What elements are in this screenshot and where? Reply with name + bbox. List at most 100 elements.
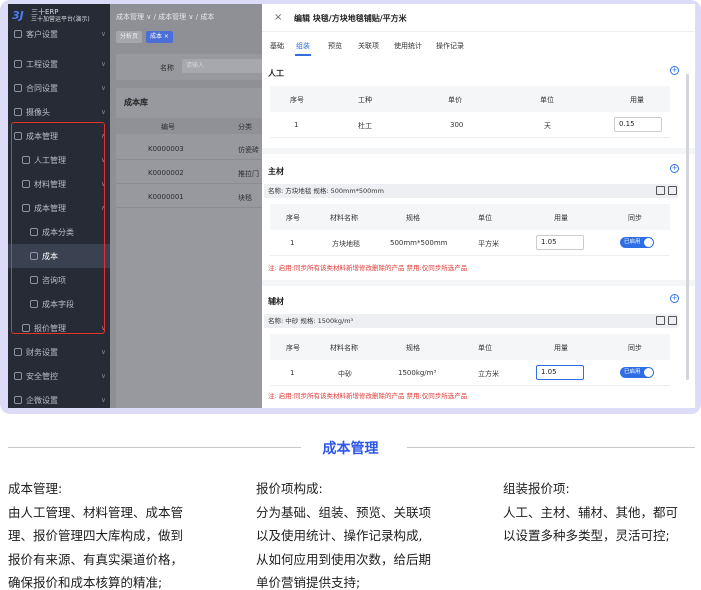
tab-assembly[interactable]: 组装 — [296, 41, 310, 51]
aux-material-title: 辅材 — [268, 297, 284, 306]
tab-preview[interactable]: 预览 — [328, 41, 342, 51]
sidebar-item-label: 财务设置 — [26, 347, 58, 357]
column-header: 同步 — [628, 344, 642, 352]
chevron-down-icon: ∨ — [100, 84, 106, 92]
close-icon[interactable]: × — [274, 12, 282, 23]
logo-line1: 三十ERP — [31, 8, 59, 16]
feature-line: 理、报价管理四大库构成，做到 — [8, 528, 184, 543]
feature-line: 单价营销提供支持; — [256, 575, 361, 590]
column-header: 材料名称 — [330, 344, 358, 352]
row-code: K0000003 — [148, 145, 184, 153]
chat-icon — [14, 396, 22, 404]
tab-analysis[interactable]: 分析页 — [116, 31, 143, 43]
sidebar-item-contract[interactable]: 合同设置 ∨ — [8, 76, 110, 100]
trash-icon[interactable] — [668, 186, 677, 195]
column-header: 编号 — [161, 123, 175, 131]
active-tab-indicator — [295, 54, 311, 56]
chevron-down-icon: ∨ — [100, 108, 106, 116]
add-icon[interactable]: + — [670, 294, 679, 303]
sidebar-item-customer[interactable]: 客户设置 ∨ — [8, 22, 110, 46]
column-header: 规格 — [406, 214, 420, 222]
material-name-bar: 名称: 中砂 规格: 1500kg/m³ — [264, 314, 678, 328]
edit-icon[interactable] — [656, 186, 665, 195]
sidebar-item-label: 工程设置 — [26, 59, 58, 69]
logo-mark: 3J — [12, 9, 24, 22]
column-header: 用量 — [630, 96, 644, 104]
table-header: 序号 工种 单价 单位 用量 — [270, 86, 670, 112]
row-spec: 1500kg/m³ — [398, 369, 437, 377]
section-caption: 成本管理 — [322, 441, 379, 457]
sidebar-item-wecom[interactable]: 企微设置 ∨ — [8, 388, 110, 408]
table-header: 序号 材料名称 规格 单位 用量 同步 — [270, 204, 670, 230]
logo-text: 三十ERP 三十加营运平台(演示) — [31, 8, 90, 24]
section-divider — [262, 280, 695, 286]
search-label: 名称 — [160, 64, 174, 72]
table-header: 序号 材料名称 规格 单位 用量 同步 — [270, 334, 670, 360]
sync-toggle[interactable]: 已启用 — [620, 367, 654, 378]
tab-cost[interactable]: 成本 × — [146, 31, 173, 43]
quantity-input[interactable]: 1.05 — [536, 365, 584, 380]
row-no: 1 — [294, 121, 299, 129]
tab-operation-log[interactable]: 操作记录 — [436, 41, 464, 51]
row-name: 中砂 — [338, 370, 352, 378]
row-kind: 杜工 — [358, 122, 372, 130]
row-type: 推拉门 — [238, 170, 259, 178]
row-type: 块毯 — [238, 194, 252, 202]
feature-line: 从如何应用到使用次数，给后期 — [256, 551, 432, 567]
chevron-down-icon: ∨ — [100, 372, 106, 380]
feature-line: 人工、主材、辅材、其他，都可 — [503, 504, 679, 520]
library-title: 成本库 — [124, 98, 148, 107]
table-row: 1 方块地毯 500mm*500mm 平方米 1.05 已启用 — [270, 230, 670, 256]
table-row: 1 中砂 1500kg/m³ 立方米 1.05 已启用 — [270, 360, 670, 386]
breadcrumb: 成本管理 ∨ / 成本管理 ∨ / 成本 — [116, 13, 215, 21]
feature-line: 以设置多种多类型，灵活可控; — [503, 528, 670, 543]
scrollbar[interactable] — [686, 74, 689, 380]
sync-note: 注: 启用:同步所有该类材料新增修改删除的产品 禁用:仅同步所选产品 — [268, 392, 468, 400]
section-divider — [262, 148, 695, 154]
camera-icon — [14, 108, 22, 116]
tab-related[interactable]: 关联项 — [358, 41, 379, 51]
sidebar-item-finance[interactable]: 财务设置 ∨ — [8, 340, 110, 364]
edit-drawer: × 编辑 块毯/方块地毯铺贴/平方米 基础 组装 预览 关联项 使用统计 操作记… — [262, 4, 695, 408]
drawer-tabs: 基础 组装 预览 关联项 使用统计 操作记录 — [262, 38, 695, 56]
sidebar-item-label: 合同设置 — [26, 83, 58, 93]
material-name-bar: 名称: 方块地毯 规格: 500mm*500mm — [264, 184, 678, 198]
search-input[interactable]: 请输入 — [182, 59, 268, 73]
table-row[interactable]: K0000002 推拉门 — [116, 162, 268, 184]
column-header: 同步 — [628, 214, 642, 222]
sync-toggle[interactable]: 已启用 — [620, 237, 654, 248]
gear-icon — [14, 60, 22, 68]
table-header: 编号 分类 — [116, 118, 268, 134]
shield-icon — [14, 372, 22, 380]
sidebar: 3J 三十ERP 三十加营运平台(演示) 客户设置 ∨ 工程设置 ∨ 合同设置 ∨ 摄… — [8, 4, 110, 408]
sidebar-item-camera[interactable]: 摄像头 ∨ — [8, 100, 110, 124]
feature-column: 报价项构成: 分为基础、组装、预览、关联项 以及使用统计、操作记录构成, 从如何… — [256, 477, 431, 590]
column-header: 规格 — [406, 344, 420, 352]
feature-line: 报价有来源、有真实渠道价格， — [8, 551, 184, 567]
row-unit: 平方米 — [478, 240, 499, 248]
labor-title: 人工 — [268, 69, 284, 78]
sidebar-item-project[interactable]: 工程设置 ∨ — [8, 52, 110, 76]
material-name-text: 名称: 中砂 规格: 1500kg/m³ — [268, 317, 354, 325]
row-type: 仿瓷砖 — [238, 146, 259, 154]
table-row[interactable]: K0000003 仿瓷砖 — [116, 138, 268, 160]
column-header: 单位 — [478, 344, 492, 352]
add-icon[interactable]: + — [670, 66, 679, 75]
edit-icon[interactable] — [656, 316, 665, 325]
row-unit: 立方米 — [478, 370, 499, 378]
sidebar-item-label: 安全管控 — [26, 371, 58, 381]
column-header: 单价 — [448, 96, 462, 104]
drawer-title: 编辑 块毯/方块地毯铺贴/平方米 — [294, 14, 407, 23]
quantity-input[interactable]: 0.15 — [614, 117, 662, 132]
table-row: 1 杜工 300 天 0.15 — [270, 112, 670, 138]
table-row[interactable]: K0000001 块毯 — [116, 186, 268, 208]
tab-usage-stats[interactable]: 使用统计 — [394, 41, 422, 51]
chevron-down-icon: ∨ — [100, 348, 106, 356]
quantity-input[interactable]: 1.05 — [536, 235, 584, 250]
user-icon — [14, 30, 22, 38]
sidebar-item-security[interactable]: 安全管控 ∨ — [8, 364, 110, 388]
feature-line: 以及使用统计、操作记录构成, — [256, 528, 423, 543]
add-icon[interactable]: + — [670, 164, 679, 173]
tab-basic[interactable]: 基础 — [270, 41, 284, 51]
trash-icon[interactable] — [668, 316, 677, 325]
